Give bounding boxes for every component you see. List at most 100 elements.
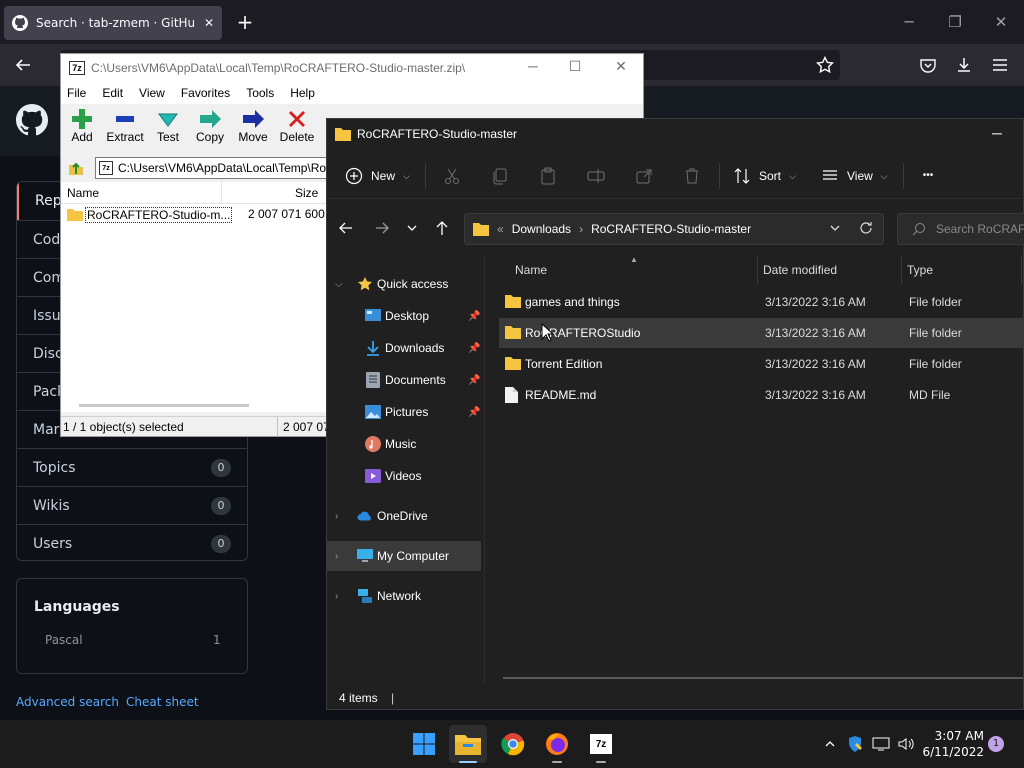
list-item[interactable]: Torrent Edition 3/13/2022 3:16 AM File f… [499, 349, 1024, 379]
up-folder-icon[interactable] [67, 159, 85, 177]
move-button[interactable]: Move [237, 108, 269, 152]
browser-tab-active[interactable]: Search · tab-zmem · GitHub ✕ [4, 6, 222, 40]
view-button[interactable]: View ⌵ [821, 165, 888, 187]
menu-view[interactable]: View [139, 86, 165, 100]
share-icon[interactable] [633, 165, 655, 187]
paste-icon[interactable] [537, 165, 559, 187]
close-window-icon[interactable]: ✕ [989, 12, 1013, 32]
delete-icon[interactable] [681, 165, 703, 187]
recent-locations-chevron-icon[interactable] [405, 219, 419, 237]
sevenzip-close-icon[interactable]: ✕ [611, 58, 631, 78]
tree-desktop[interactable]: Desktop 📌 [327, 301, 483, 331]
rename-icon[interactable] [585, 165, 607, 187]
navigation-pane: ⌵ Quick access Desktop 📌 Downloads 📌 Doc… [327, 255, 485, 685]
menu-file[interactable]: File [67, 86, 86, 100]
refresh-icon[interactable] [859, 221, 873, 235]
taskbar-chrome[interactable] [494, 725, 532, 763]
copy-button[interactable]: Copy [195, 108, 225, 152]
file-date: 3/13/2022 3:16 AM [765, 295, 866, 309]
bookmark-star-icon[interactable] [812, 52, 838, 78]
copy-icon[interactable] [489, 165, 511, 187]
taskbar-firefox[interactable] [538, 725, 576, 763]
forward-arrow-icon[interactable] [373, 219, 391, 237]
list-item-hovered[interactable]: RoCRAFTEROStudio 3/13/2022 3:16 AM File … [499, 318, 1024, 348]
breadcrumb-overflow[interactable]: « [497, 222, 504, 236]
breadcrumb-downloads[interactable]: Downloads [512, 222, 571, 236]
back-arrow-icon[interactable] [337, 219, 355, 237]
nav-item-label: Users [33, 535, 73, 552]
tree-music[interactable]: Music [327, 429, 483, 459]
tree-network[interactable]: › Network [327, 581, 483, 611]
start-windows-icon[interactable] [405, 725, 443, 763]
col-size-header[interactable]: Size [295, 186, 318, 200]
network-monitor-icon[interactable] [871, 734, 891, 754]
more-options-icon[interactable]: ••• [917, 165, 939, 187]
breadcrumb-current[interactable]: RoCRAFTERO-Studio-master [591, 222, 751, 236]
menu-favorites[interactable]: Favorites [181, 86, 230, 100]
horizontal-scrollbar[interactable] [503, 677, 1023, 679]
tree-onedrive[interactable]: › OneDrive [327, 501, 483, 531]
address-dropdown-icon[interactable] [829, 222, 841, 234]
taskbar-file-explorer[interactable] [449, 725, 487, 763]
network-icon [357, 588, 373, 604]
tree-documents[interactable]: Documents 📌 [327, 365, 483, 395]
nav-item-topics[interactable]: Topics 0 [17, 448, 247, 486]
sort-button[interactable]: Sort ⌵ [733, 165, 796, 187]
cut-icon[interactable] [441, 165, 463, 187]
search-box[interactable]: Search RoCRAFTERO-Studio-master [897, 213, 1024, 245]
hamburger-menu-icon[interactable] [987, 52, 1013, 78]
pocket-icon[interactable] [915, 52, 941, 78]
security-shield-icon[interactable] [845, 734, 865, 754]
menu-help[interactable]: Help [290, 86, 315, 100]
sevenzip-maximize-icon[interactable]: ☐ [565, 58, 585, 78]
test-button[interactable]: Test [155, 108, 181, 152]
cheat-sheet-link[interactable]: Cheat sheet [126, 695, 199, 709]
count-badge: 0 [211, 534, 231, 553]
column-header-date[interactable]: Date modified [763, 263, 837, 277]
sevenzip-minimize-icon[interactable]: ─ [523, 58, 543, 78]
tree-pictures[interactable]: Pictures 📌 [327, 397, 483, 427]
move-label: Move [238, 130, 268, 144]
minimize-icon[interactable]: ─ [897, 12, 921, 32]
up-arrow-icon[interactable] [433, 219, 451, 237]
menu-edit[interactable]: Edit [102, 86, 123, 100]
new-tab-button[interactable]: + [234, 12, 256, 34]
col-name-header[interactable]: Name [67, 186, 99, 200]
download-icon[interactable] [951, 52, 977, 78]
list-item[interactable]: games and things 3/13/2022 3:16 AM File … [499, 287, 1024, 317]
github-logo-icon[interactable] [16, 104, 48, 136]
restore-icon[interactable]: ❐ [943, 12, 967, 32]
tree-quick-access[interactable]: ⌵ Quick access [327, 269, 483, 299]
system-clock[interactable]: 3:07 AM 6/11/2022 [922, 728, 984, 760]
column-header-type[interactable]: Type [907, 263, 933, 277]
back-arrow-icon[interactable] [10, 52, 36, 78]
extract-button[interactable]: Extract [105, 108, 145, 152]
list-item[interactable]: README.md 3/13/2022 3:16 AM MD File [499, 380, 1024, 410]
delete-x-icon [286, 108, 308, 130]
delete-button[interactable]: Delete [279, 108, 315, 152]
tree-downloads[interactable]: Downloads 📌 [327, 333, 483, 363]
language-filter-pascal[interactable]: Pascal [45, 633, 83, 647]
advanced-search-link[interactable]: Advanced search [16, 695, 119, 709]
menu-tools[interactable]: Tools [246, 86, 274, 100]
volume-speaker-icon[interactable] [896, 734, 916, 754]
close-tab-icon[interactable]: ✕ [204, 16, 214, 30]
taskbar-7zip[interactable]: 7z [582, 725, 620, 763]
column-header-name[interactable]: Name [515, 263, 547, 277]
tree-my-computer[interactable]: › My Computer [327, 541, 481, 571]
tree-label: Music [385, 437, 417, 451]
nav-item-users[interactable]: Users 0 [17, 524, 247, 560]
add-button[interactable]: Add [69, 108, 95, 152]
show-hidden-icons-chevron-icon[interactable] [820, 734, 840, 754]
download-arrow-icon [365, 340, 381, 356]
notification-badge[interactable]: 1 [988, 736, 1004, 752]
languages-heading: Languages [34, 599, 120, 615]
horizontal-scrollbar[interactable] [79, 404, 249, 407]
tree-videos[interactable]: Videos [327, 461, 483, 491]
nav-item-wikis[interactable]: Wikis 0 [17, 486, 247, 524]
breadcrumb[interactable]: « Downloads › RoCRAFTERO-Studio-master [464, 213, 884, 245]
tree-label: OneDrive [377, 509, 428, 523]
explorer-minimize-icon[interactable]: ─ [987, 125, 1007, 145]
sort-label: Sort [759, 169, 782, 183]
new-button[interactable]: New ⌵ [345, 165, 410, 187]
